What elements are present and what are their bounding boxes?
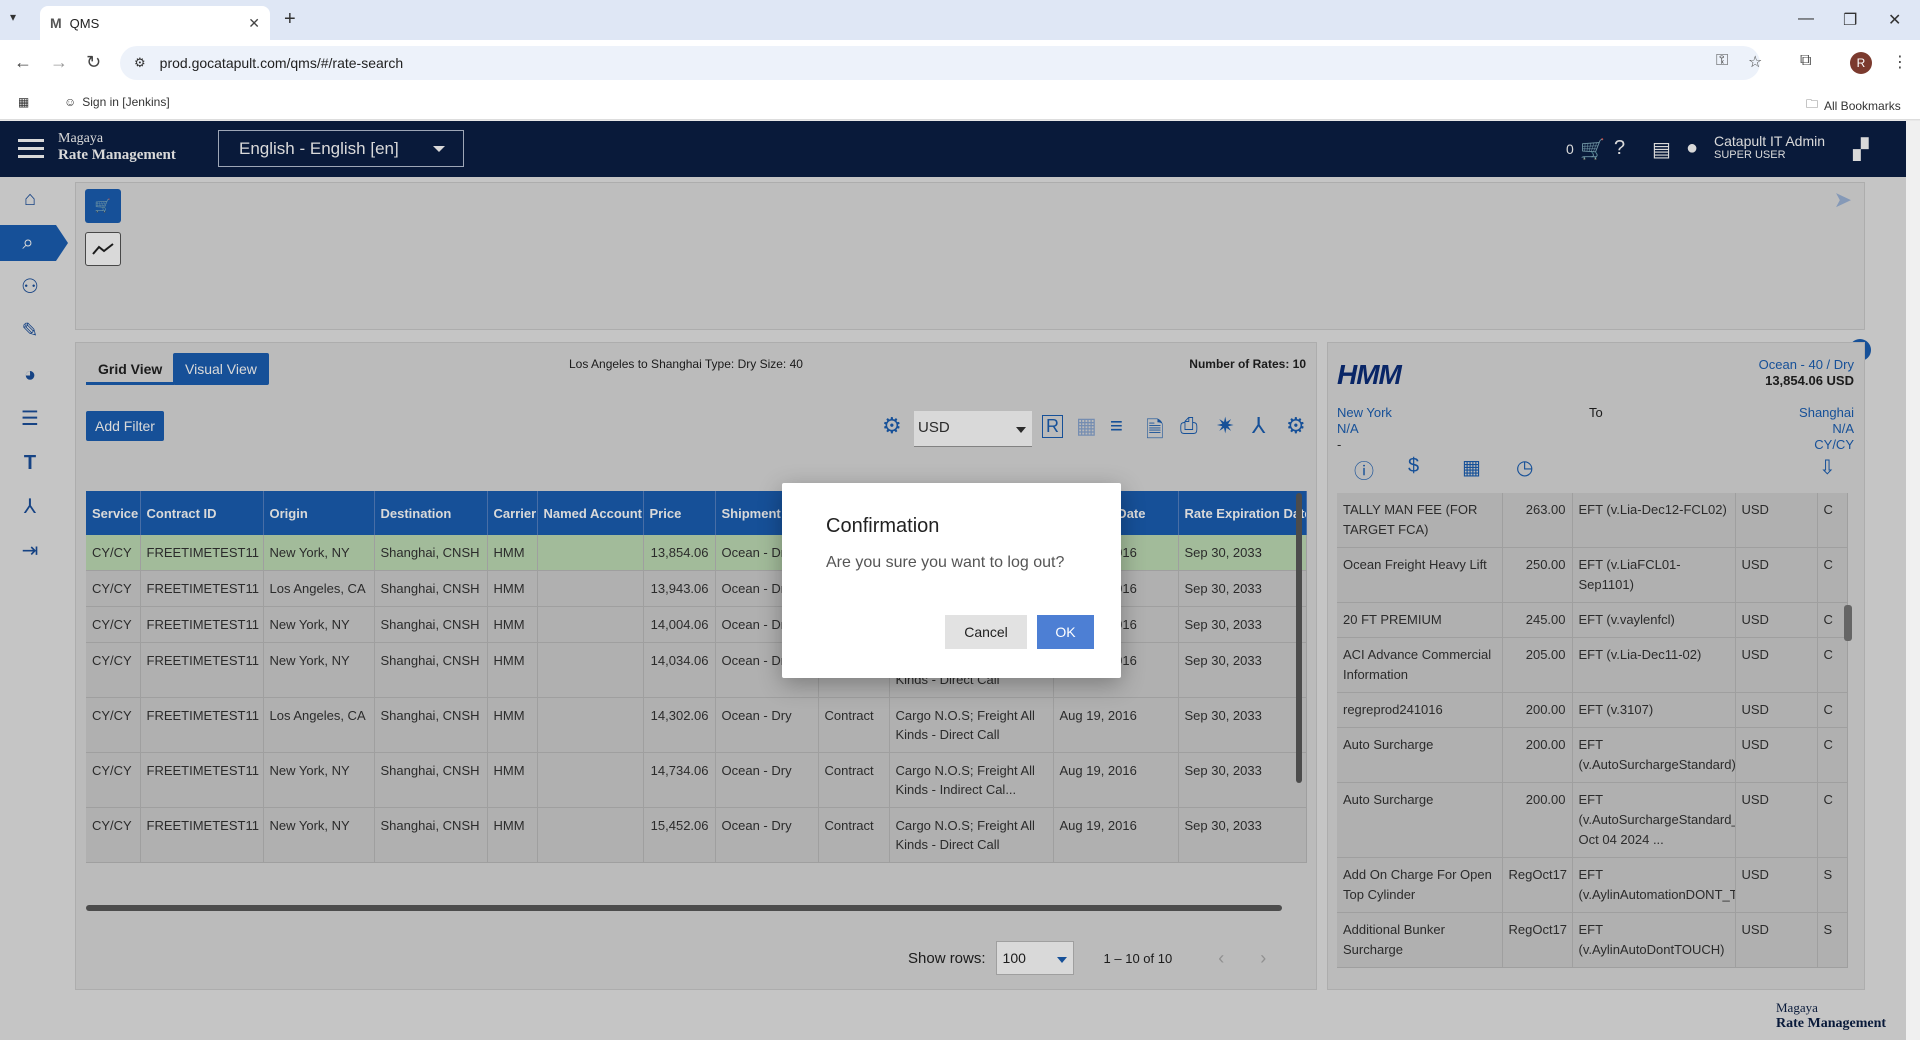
password-key-icon[interactable]: ⚿ bbox=[1716, 52, 1728, 70]
reload-icon[interactable]: ↻ bbox=[86, 52, 101, 73]
new-tab-icon[interactable]: + bbox=[284, 8, 296, 31]
browser-tab[interactable]: M QMS ✕ bbox=[40, 6, 270, 40]
dialog-message: Are you sure you want to log out? bbox=[826, 554, 1065, 571]
bookmark-star-icon[interactable]: ☆ bbox=[1748, 52, 1762, 72]
confirmation-dialog: Confirmation Are you sure you want to lo… bbox=[782, 483, 1121, 678]
tab-close-icon[interactable]: ✕ bbox=[248, 15, 260, 32]
ok-button[interactable]: OK bbox=[1037, 615, 1094, 649]
apps-grid-icon[interactable]: ▦ bbox=[18, 95, 29, 109]
folder-icon: 🗀 bbox=[1806, 97, 1819, 111]
cancel-button[interactable]: Cancel bbox=[945, 615, 1027, 649]
all-bookmarks-label: All Bookmarks bbox=[1824, 98, 1901, 113]
browser-tab-bar: ▾ M QMS ✕ + — ❐ ✕ bbox=[0, 0, 1920, 40]
tab-title: QMS bbox=[69, 15, 100, 31]
tab-search-icon[interactable]: ▾ bbox=[10, 10, 16, 24]
dialog-title: Confirmation bbox=[826, 515, 940, 537]
address-bar[interactable]: ⚙ prod.gocatapult.com/qms/#/rate-search bbox=[120, 46, 1760, 80]
page-scrollbar[interactable] bbox=[1906, 121, 1920, 1040]
forward-icon[interactable]: → bbox=[50, 52, 68, 73]
restore-icon[interactable]: ❐ bbox=[1843, 10, 1857, 30]
profile-avatar[interactable]: R bbox=[1850, 52, 1872, 74]
all-bookmarks[interactable]: 🗀 All Bookmarks bbox=[1806, 95, 1901, 116]
bookmark-jenkins[interactable]: ☺ Sign in [Jenkins] bbox=[64, 95, 170, 109]
site-info-icon[interactable]: ⚙ bbox=[134, 55, 146, 71]
favicon-icon: M bbox=[50, 15, 62, 31]
jenkins-icon: ☺ bbox=[64, 95, 77, 109]
url-text: prod.gocatapult.com/qms/#/rate-search bbox=[159, 55, 404, 71]
bookmarks-bar: ▦ ☺ Sign in [Jenkins] 🗀 All Bookmarks bbox=[0, 86, 1920, 120]
back-icon[interactable]: ← bbox=[14, 52, 32, 73]
browser-menu-icon[interactable]: ⋮ bbox=[1892, 52, 1908, 72]
window-close-icon[interactable]: ✕ bbox=[1888, 10, 1901, 30]
minimize-icon[interactable]: — bbox=[1798, 10, 1814, 28]
extensions-icon[interactable]: ⧉ bbox=[1800, 52, 1811, 70]
address-row: ← → ↻ ⚙ prod.gocatapult.com/qms/#/rate-s… bbox=[0, 40, 1920, 86]
bookmark-label: Sign in [Jenkins] bbox=[82, 95, 170, 109]
